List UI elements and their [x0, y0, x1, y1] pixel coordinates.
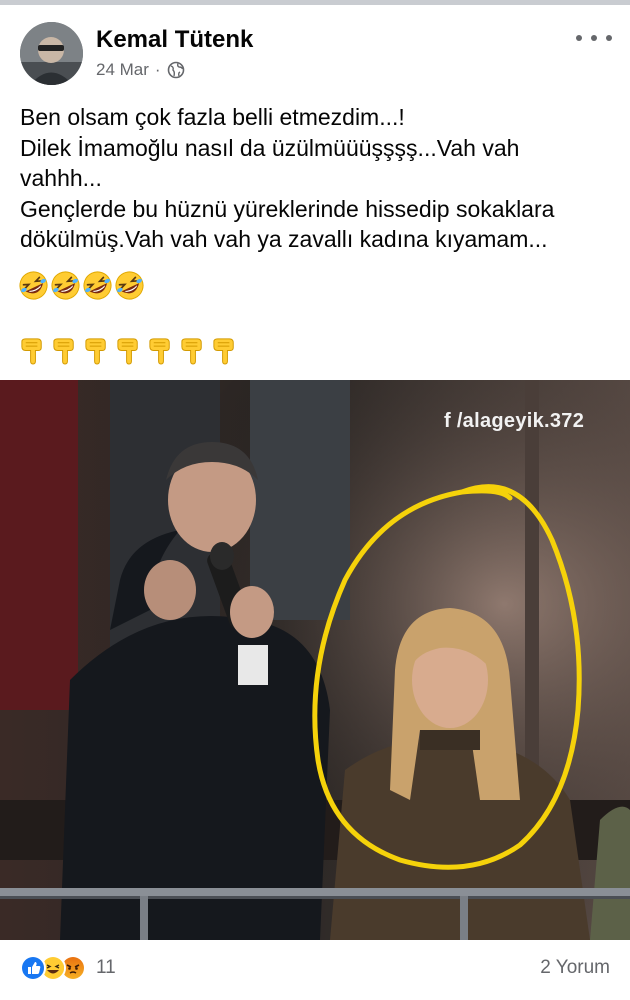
author-avatar[interactable]	[20, 22, 83, 85]
post-text-line: Dilek İmamoğlu nasıl da üzülmüüüşşşş...V…	[20, 134, 520, 161]
pointing-down-emoji-row	[18, 334, 241, 368]
rolling-laughing-emoji-icon	[50, 270, 81, 301]
photo-watermark: f /alageyik.372	[444, 410, 585, 432]
post-date[interactable]: 24 Mar	[96, 60, 149, 80]
author-name[interactable]: Kemal Tütenk	[96, 26, 253, 54]
post-text-line: vahhh...	[20, 165, 102, 191]
top-divider	[0, 0, 630, 5]
pointing-down-emoji-icon	[18, 334, 49, 365]
reactions-summary[interactable]: 11	[20, 953, 116, 983]
photo-scene	[0, 380, 630, 940]
pointing-down-emoji-icon	[178, 334, 209, 365]
dot-icon	[591, 35, 597, 41]
rolling-laughing-emoji-icon	[18, 270, 49, 301]
post-photo[interactable]: f /alageyik.372	[0, 380, 630, 940]
dot-icon	[576, 35, 582, 41]
post-text-line: Ben olsam çok fazla belli etmezdim...!	[20, 104, 405, 130]
rolling-laughing-emoji-icon	[82, 270, 113, 301]
pointing-down-emoji-icon	[50, 334, 81, 365]
pointing-down-emoji-icon	[82, 334, 113, 365]
pointing-down-emoji-icon	[210, 334, 241, 365]
post-header: Kemal Tütenk 24 Mar ·	[20, 22, 620, 88]
laugh-emoji-row	[18, 270, 145, 302]
pointing-down-emoji-icon	[146, 334, 177, 365]
dot-icon	[606, 35, 612, 41]
post-text-line: dökülmüş.Vah vah vah ya zavallı kadına k…	[20, 226, 548, 252]
more-options-button[interactable]	[576, 26, 612, 50]
meta-separator: ·	[154, 60, 161, 79]
post-text: Ben olsam çok fazla belli etmezdim...! D…	[20, 102, 620, 255]
pointing-down-emoji-icon	[114, 334, 145, 365]
post-text-line: Gençlerde bu hüznü yüreklerinde hissedip…	[20, 195, 555, 222]
post-meta: 24 Mar ·	[96, 60, 185, 80]
reaction-count: 11	[96, 957, 116, 978]
globe-icon	[167, 61, 185, 79]
comments-count-link[interactable]: 2 Yorum	[540, 957, 610, 979]
like-icon	[20, 955, 46, 981]
rolling-laughing-emoji-icon	[114, 270, 145, 301]
